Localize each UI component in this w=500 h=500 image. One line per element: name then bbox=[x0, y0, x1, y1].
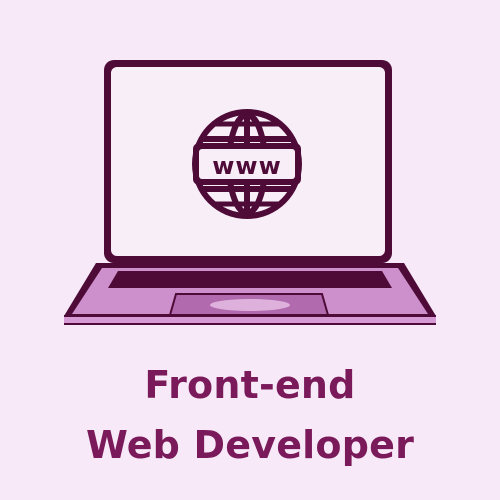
www-label: www bbox=[212, 152, 282, 180]
laptop-base bbox=[64, 263, 436, 325]
page-title-line1: Front-end bbox=[144, 363, 356, 407]
www-globe-icon: www bbox=[192, 109, 302, 219]
page-title-line2: Web Developer bbox=[85, 423, 415, 467]
